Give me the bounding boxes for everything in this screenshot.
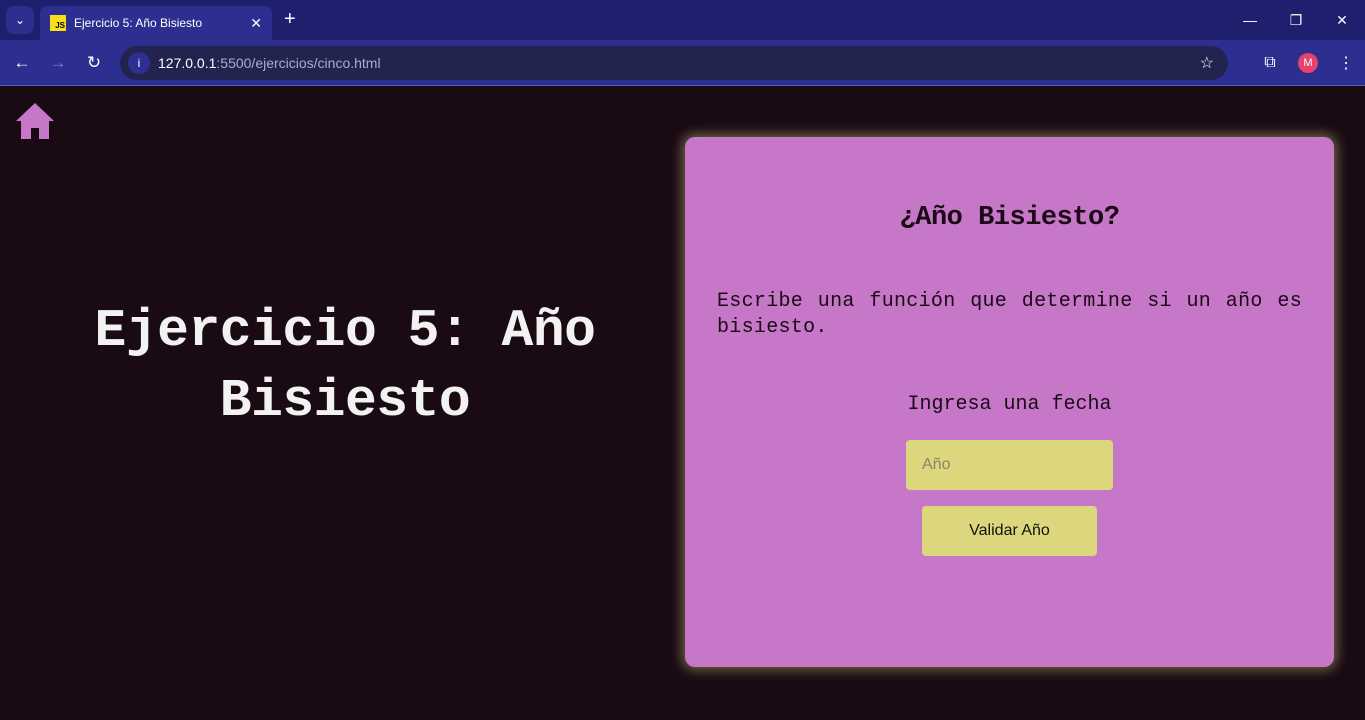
browser-toolbar: ← → ↻ i 127.0.0.1:5500/ejercicios/cinco.… — [0, 40, 1365, 86]
url-text[interactable]: 127.0.0.1:5500/ejercicios/cinco.html — [158, 55, 381, 71]
js-favicon-icon: JS — [50, 15, 66, 31]
reload-icon[interactable]: ↻ — [76, 53, 112, 73]
address-bar[interactable]: i 127.0.0.1:5500/ejercicios/cinco.html ☆ — [120, 46, 1228, 80]
page-content: Ejercicio 5: Año Bisiesto ¿Año Bisiesto?… — [0, 86, 1365, 719]
bookmark-star-icon[interactable]: ☆ — [1200, 53, 1214, 73]
new-tab-button[interactable]: + — [284, 8, 296, 31]
chevron-down-icon: ⌄ — [14, 13, 26, 27]
minimize-icon[interactable]: — — [1227, 0, 1273, 40]
tab-search-button[interactable]: ⌄ — [6, 6, 34, 34]
tab-active[interactable]: JS Ejercicio 5: Año Bisiesto ✕ — [40, 6, 272, 40]
site-info-icon[interactable]: i — [128, 52, 150, 74]
year-input[interactable] — [906, 440, 1113, 490]
tab-bar: ⌄ JS Ejercicio 5: Año Bisiesto ✕ + — ❐ ✕ — [0, 0, 1365, 40]
year-label: Ingresa una fecha — [907, 393, 1112, 416]
menu-kebab-icon[interactable]: ⋮ — [1327, 53, 1365, 73]
close-tab-icon[interactable]: ✕ — [250, 15, 262, 32]
back-icon[interactable]: ← — [4, 53, 40, 73]
validate-year-button[interactable]: Validar Año — [922, 506, 1097, 556]
page-title: Ejercicio 5: Año Bisiesto — [94, 301, 596, 431]
card-title: ¿Año Bisiesto? — [899, 203, 1120, 233]
close-window-icon[interactable]: ✕ — [1319, 0, 1365, 40]
card-description: Escribe una función que determine si un … — [717, 290, 1302, 339]
restore-icon[interactable]: ❐ — [1273, 0, 1319, 40]
tab-title: Ejercicio 5: Año Bisiesto — [74, 16, 203, 30]
home-icon[interactable] — [15, 101, 55, 141]
extensions-icon[interactable]: ⧉ — [1251, 54, 1289, 72]
avatar[interactable]: M — [1298, 53, 1318, 73]
forward-icon[interactable]: → — [40, 53, 76, 73]
exercise-card: ¿Año Bisiesto? Escribe una función que d… — [685, 137, 1334, 667]
